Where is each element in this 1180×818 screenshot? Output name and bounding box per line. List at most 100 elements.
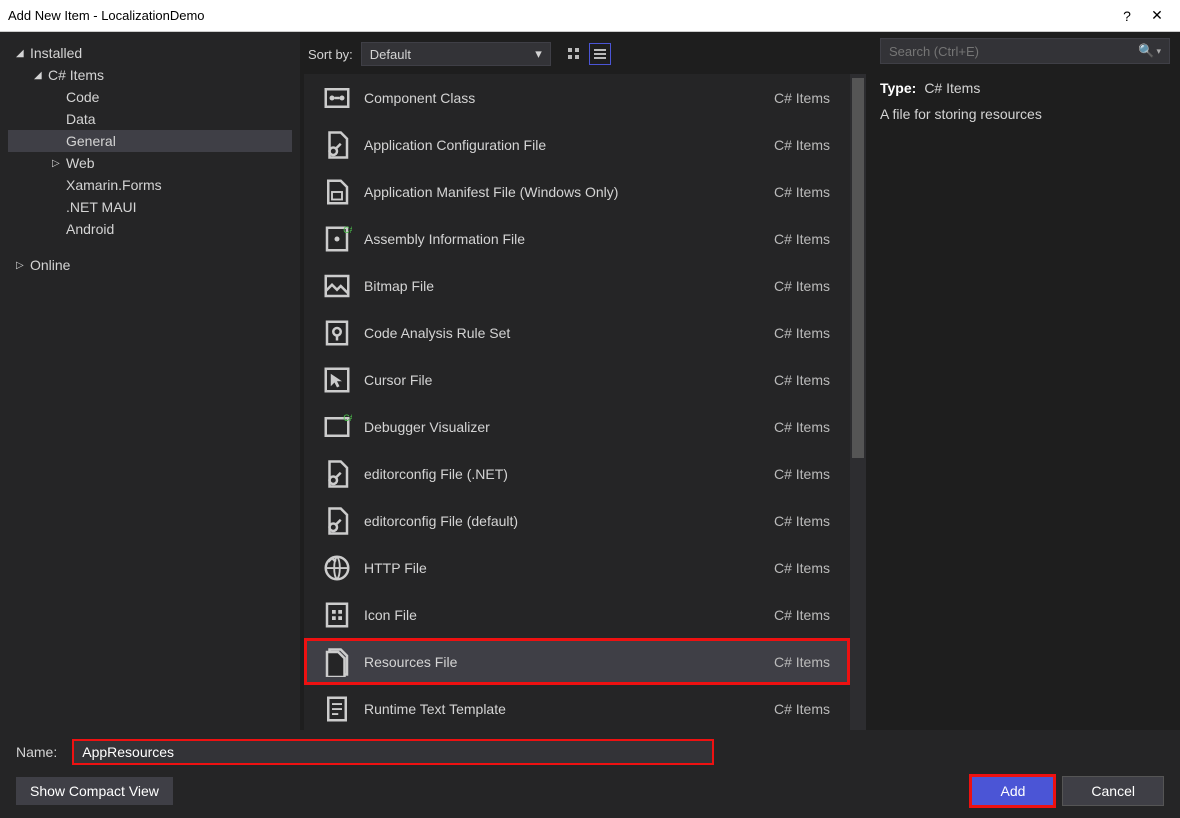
type-label: Type: [880, 80, 916, 96]
template-item-label: Cursor File [356, 372, 774, 388]
template-item-category: C# Items [774, 231, 836, 247]
bottom-bar: Name: Show Compact View Add Cancel [0, 730, 1180, 818]
cancel-button[interactable]: Cancel [1062, 776, 1164, 806]
template-item-category: C# Items [774, 701, 836, 717]
ruleset-icon [318, 318, 356, 348]
chevron-down-icon: ◢ [34, 70, 48, 81]
bitmap-icon [318, 271, 356, 301]
tree-android[interactable]: Android [8, 218, 292, 240]
template-item[interactable]: editorconfig File (.NET)C# Items [304, 450, 850, 497]
view-list[interactable] [589, 43, 611, 65]
name-row: Name: [16, 740, 1164, 764]
tree-label: C# Items [48, 67, 104, 83]
detail-type-row: Type: C# Items [880, 80, 1170, 96]
chevron-down-icon: ◢ [16, 48, 30, 59]
template-item[interactable]: Runtime Text TemplateC# Items [304, 685, 850, 730]
scrollbar[interactable] [850, 74, 866, 730]
tree-xamarin[interactable]: Xamarin.Forms [8, 174, 292, 196]
template-item[interactable]: Cursor FileC# Items [304, 356, 850, 403]
template-item-category: C# Items [774, 419, 836, 435]
tree-label: Installed [30, 45, 82, 61]
textfile-icon [318, 694, 356, 724]
scroll-thumb[interactable] [852, 78, 864, 458]
template-item-label: editorconfig File (default) [356, 513, 774, 529]
tree-data[interactable]: Data [8, 108, 292, 130]
compact-view-button[interactable]: Show Compact View [16, 777, 173, 805]
template-item-label: Application Manifest File (Windows Only) [356, 184, 774, 200]
template-panel: Sort by: Default ▾ Component ClassC# Ite… [300, 32, 870, 730]
template-item[interactable]: Code Analysis Rule SetC# Items [304, 309, 850, 356]
tree-label: Android [66, 221, 114, 237]
name-input[interactable] [73, 740, 713, 764]
titlebar: Add New Item - LocalizationDemo ? ✕ [0, 0, 1180, 32]
button-row: Show Compact View Add Cancel [16, 776, 1164, 806]
template-item-category: C# Items [774, 560, 836, 576]
tree-label: Xamarin.Forms [66, 177, 162, 193]
search-box[interactable]: 🔍 ▾ [880, 38, 1170, 64]
template-item-label: Assembly Information File [356, 231, 774, 247]
cursor-icon [318, 365, 356, 395]
template-item-label: Runtime Text Template [356, 701, 774, 717]
tree-label: Data [66, 111, 96, 127]
template-list[interactable]: Component ClassC# ItemsApplication Confi… [304, 74, 850, 730]
template-item[interactable]: Bitmap FileC# Items [304, 262, 850, 309]
type-value: C# Items [924, 80, 980, 96]
detail-panel: 🔍 ▾ Type: C# Items A file for storing re… [870, 32, 1180, 730]
template-item[interactable]: HTTP FileC# Items [304, 544, 850, 591]
add-button[interactable]: Add [971, 776, 1054, 806]
chevron-right-icon: ▷ [52, 158, 66, 169]
detail-description: A file for storing resources [880, 106, 1170, 122]
template-item-label: HTTP File [356, 560, 774, 576]
template-item-category: C# Items [774, 607, 836, 623]
tree-online[interactable]: ▷ Online [8, 254, 292, 276]
tree-label: General [66, 133, 116, 149]
visualizer-icon [318, 412, 356, 442]
main-area: ◢ Installed ◢ C# Items Code Data General… [0, 32, 1180, 730]
category-tree: ◢ Installed ◢ C# Items Code Data General… [0, 32, 300, 730]
template-item-label: Bitmap File [356, 278, 774, 294]
sort-dropdown[interactable]: Default ▾ [361, 42, 551, 66]
list-icon [593, 47, 607, 61]
search-input[interactable] [889, 44, 1138, 59]
template-item-category: C# Items [774, 325, 836, 341]
wrench-icon [318, 506, 356, 536]
template-item-label: Resources File [356, 654, 774, 670]
tree-csharp-items[interactable]: ◢ C# Items [8, 64, 292, 86]
template-list-wrap: Component ClassC# ItemsApplication Confi… [304, 74, 866, 730]
template-item-category: C# Items [774, 137, 836, 153]
window-title: Add New Item - LocalizationDemo [8, 8, 1112, 23]
grid-icon [567, 47, 581, 61]
tree-label: Online [30, 257, 70, 273]
sort-toolbar: Sort by: Default ▾ [300, 38, 870, 74]
sort-value: Default [370, 47, 411, 62]
template-item-label: Debugger Visualizer [356, 419, 774, 435]
component-icon [318, 83, 356, 113]
tree-general[interactable]: General [8, 130, 292, 152]
template-item-label: editorconfig File (.NET) [356, 466, 774, 482]
help-button[interactable]: ? [1112, 8, 1142, 24]
template-item[interactable]: Debugger VisualizerC# Items [304, 403, 850, 450]
template-item-category: C# Items [774, 278, 836, 294]
template-item[interactable]: Component ClassC# Items [304, 74, 850, 121]
tree-maui[interactable]: .NET MAUI [8, 196, 292, 218]
template-item[interactable]: Application Manifest File (Windows Only)… [304, 168, 850, 215]
tree-web[interactable]: ▷Web [8, 152, 292, 174]
http-icon [318, 553, 356, 583]
template-item[interactable]: Assembly Information FileC# Items [304, 215, 850, 262]
tree-code[interactable]: Code [8, 86, 292, 108]
template-item-category: C# Items [774, 513, 836, 529]
template-item-category: C# Items [774, 372, 836, 388]
close-button[interactable]: ✕ [1142, 7, 1172, 24]
view-small-icons[interactable] [563, 43, 585, 65]
template-item[interactable]: Resources FileC# Items [304, 638, 850, 685]
search-icon[interactable]: 🔍 ▾ [1138, 43, 1161, 59]
view-toggle [563, 43, 611, 65]
tree-installed[interactable]: ◢ Installed [8, 42, 292, 64]
manifest-icon [318, 177, 356, 207]
asminfo-icon [318, 224, 356, 254]
template-item[interactable]: Application Configuration FileC# Items [304, 121, 850, 168]
template-item-label: Component Class [356, 90, 774, 106]
template-item[interactable]: Icon FileC# Items [304, 591, 850, 638]
chevron-down-icon: ▾ [535, 46, 542, 62]
template-item[interactable]: editorconfig File (default)C# Items [304, 497, 850, 544]
